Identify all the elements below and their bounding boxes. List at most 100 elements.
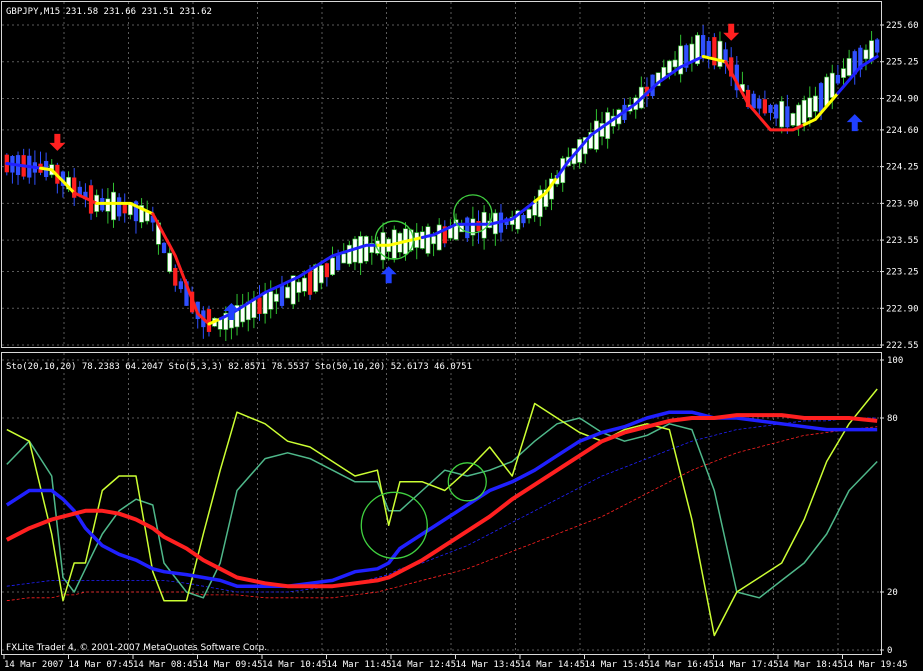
candle-body-up [689,43,695,63]
candle-body-down [476,221,481,232]
candle-body-up [672,59,678,68]
candle-body-up [296,281,302,293]
candle-body-down [521,215,526,224]
signal-arrow-down-icon [723,23,740,41]
time-tick-label: 14 Mar 08:45 [133,660,198,670]
candle-body-up [167,252,173,273]
time-tick-label: 14 Mar 2007 [4,660,64,670]
stochastic-line [6,417,878,593]
price-tick-label: 222.90 [886,304,919,314]
candle-body-up [841,68,846,78]
candle-body-down [875,39,880,53]
indicator-tick-label: 100 [887,356,903,366]
chart-title: GBPJPY,M15 231.58 231.66 231.51 231.62 [6,7,212,17]
candle-body-up [790,113,796,126]
candle-body-down [279,284,285,306]
signal-arrow-down-icon [49,133,66,151]
price-tick-label: 222.55 [886,341,919,351]
stochastic-lines-layer [5,388,878,637]
price-tick-label: 225.60 [886,21,919,31]
main-grid [2,2,880,347]
time-tick-label: 14 Mar 18:45 [778,660,843,670]
price-tick-label: 224.90 [886,94,919,104]
candle-body-up [829,72,835,98]
main-price-axis: 225.60 225.25 224.90 224.60 224.25 223.90 223.… [880,21,919,351]
candle-body-down [173,267,178,286]
price-tick-label: 225.25 [886,58,919,68]
candle-body-up [425,226,431,254]
candle-body-up [824,76,830,107]
candle-body-up [801,99,807,124]
candle-body-up [346,244,352,265]
signal-arrow-up-icon [846,114,863,132]
candle-body-up [717,40,723,67]
candle-body-down [785,106,790,128]
stochastic-line [6,388,878,637]
candle-body-up [268,291,274,310]
candle-body-down [307,269,313,295]
time-tick-label: 14 Mar 10:45 [262,660,327,670]
candle-body-up [301,277,307,292]
time-tick-label: 14 Mar 19:45 [843,660,908,670]
candle-body-down [178,281,184,290]
time-tick-label: 14 Mar 13:45 [456,660,521,670]
time-tick-label: 14 Mar 17:45 [714,660,779,670]
indicator-tick-label: 80 [887,414,898,424]
sub-indicator-axis: 100 80 20 0 [880,356,903,656]
indicator-tick-label: 20 [887,588,898,598]
candle-body-up [796,104,802,127]
candle-body-up [863,49,869,60]
candle-body-up [318,265,324,284]
time-tick-label: 14 Mar 12:45 [391,660,456,670]
candle-body-down [465,217,470,239]
candle-body-up [526,209,532,219]
price-tick-label: 223.25 [886,268,919,278]
sub-grid [2,353,880,654]
time-tick-label: 14 Mar 15:45 [585,660,650,670]
candle-body-up [666,60,672,74]
time-tick-label: 14 Mar 14:45 [520,660,585,670]
candle-body-up [341,253,347,264]
time-tick-label: 14 Mar 09:45 [198,660,263,670]
candle-body-up [363,236,369,262]
candle-body-up [105,198,111,212]
candle-body-up [807,97,813,118]
candle-body-down [768,104,773,113]
candle-body-up [846,58,852,76]
candle-body-up [436,224,442,251]
time-tick-label: 14 Mar 16:45 [649,660,714,670]
candle-body-down [835,74,841,84]
candles-layer [4,25,880,342]
stochastic-line [6,417,878,599]
candle-body-up [262,292,268,315]
price-tick-label: 224.25 [886,163,919,173]
candle-body-up [419,231,425,249]
candle-body-up [111,191,116,221]
indicator-tick-label: 0 [887,646,892,656]
candle-body-down [257,297,262,314]
candle-body-up [678,45,684,75]
candle-body-up [285,286,291,299]
main-pane-frame [1,1,882,348]
candle-body-down [335,254,341,271]
candle-body-down [773,104,779,119]
candle-body-up [537,189,543,218]
candle-body-up [779,101,785,128]
candle-body-down [762,99,768,114]
time-tick-label: 14 Mar 11:45 [327,660,392,670]
candle-body-down [116,197,122,217]
candle-body-up [812,95,818,112]
candle-body-down [818,83,824,113]
indicator-title: Sto(20,10,20) 78.2383 64.2047 Sto(5,3,3)… [6,362,472,372]
copyright-text: FXLite Trader 4, © 2001-2007 MetaQuotes … [6,643,267,653]
annotation-circles-sub [360,462,487,559]
candle-body-down [757,98,762,109]
candle-body-down [700,35,706,57]
price-tick-label: 223.90 [886,199,919,209]
candle-body-up [593,120,599,150]
time-axis: 14 Mar 2007 14 Mar 07:45 14 Mar 08:45 14 Ma… [3,655,908,670]
price-tick-label: 224.60 [886,126,919,136]
stochastic-line [6,426,878,602]
chart-window[interactable]: 225.60 225.25 224.90 224.60 224.25 223.90 223.… [0,0,923,671]
candle-body-down [751,93,756,109]
